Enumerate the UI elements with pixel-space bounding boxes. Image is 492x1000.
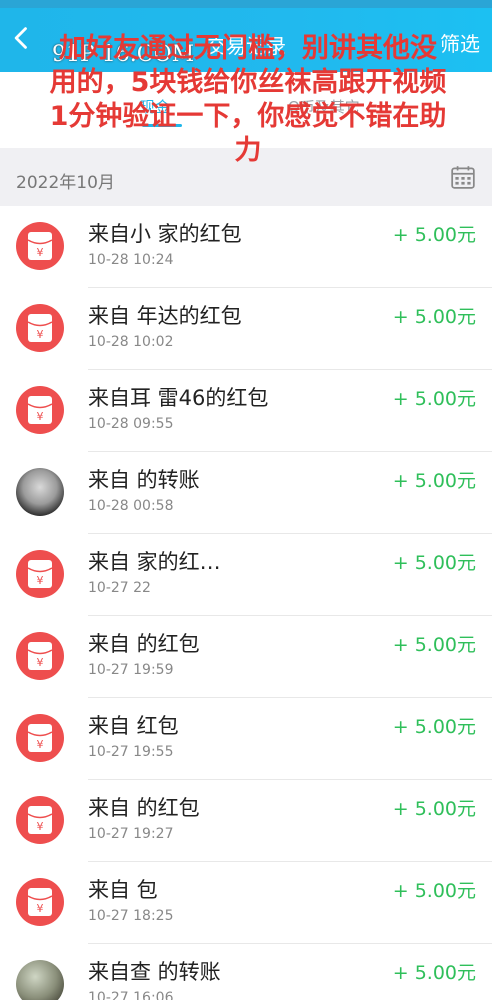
svg-text:¥: ¥: [37, 410, 44, 423]
svg-text:¥: ¥: [37, 246, 44, 259]
transaction-title: 来自 红包: [88, 714, 179, 738]
transaction-time: 10-28 10:02: [88, 334, 174, 350]
transaction-row[interactable]: ¥ 来自 年达的红包 10-28 10:02 + 5.00元: [0, 288, 492, 370]
svg-text:¥: ¥: [37, 902, 44, 915]
transaction-amount: + 5.00元: [392, 470, 476, 492]
transaction-amount: + 5.00元: [392, 552, 476, 574]
calendar-icon[interactable]: [450, 164, 476, 190]
red-packet-icon: ¥: [16, 304, 64, 352]
transaction-title: 来自小 家的红包: [88, 222, 242, 246]
transaction-time: 10-27 22: [88, 580, 151, 596]
transaction-amount: + 5.00元: [392, 798, 476, 820]
user-avatar: [16, 468, 64, 516]
transaction-time: 10-27 19:27: [88, 826, 174, 842]
transaction-title: 来自 年达的红包: [88, 304, 242, 328]
red-packet-icon: ¥: [16, 550, 64, 598]
transaction-row[interactable]: ¥ 来自小 家的红包 10-28 10:24 + 5.00元: [0, 206, 492, 288]
transaction-title: 来自 的红包: [88, 632, 200, 656]
transaction-list: ¥ 来自小 家的红包 10-28 10:24 + 5.00元 ¥ 来自 年达的红…: [0, 206, 492, 1000]
transaction-amount: + 5.00元: [392, 388, 476, 410]
transaction-row[interactable]: 来自 的转账 10-28 00:58 + 5.00元: [0, 452, 492, 534]
transaction-row[interactable]: ¥ 来自耳 雷46的红包 10-28 09:55 + 5.00元: [0, 370, 492, 452]
transaction-time: 10-27 19:55: [88, 744, 174, 760]
svg-text:¥: ¥: [37, 820, 44, 833]
red-packet-icon: ¥: [16, 386, 64, 434]
red-packet-icon: ¥: [16, 632, 64, 680]
transaction-title: 来自 的转账: [88, 468, 200, 492]
transaction-time: 10-27 16:06: [88, 990, 174, 1000]
transaction-title: 来自查 的转账: [88, 960, 221, 984]
overlay-promo-text: 加好友通过无门槛，别讲其他没用的，5块钱给你丝袜高跟开视频1分钟验证一下，你感觉…: [49, 33, 447, 166]
svg-text:¥: ¥: [37, 574, 44, 587]
transaction-time: 10-28 00:58: [88, 498, 174, 514]
month-label: 2022年10月: [16, 173, 115, 193]
transaction-row[interactable]: ¥ 来自 包 10-27 18:25 + 5.00元: [0, 862, 492, 944]
transaction-amount: + 5.00元: [392, 224, 476, 246]
transaction-amount: + 5.00元: [392, 634, 476, 656]
transaction-amount: + 5.00元: [392, 716, 476, 738]
transaction-row[interactable]: ¥ 来自 的红包 10-27 19:59 + 5.00元: [0, 616, 492, 698]
transaction-row[interactable]: ¥ 来自 的红包 10-27 19:27 + 5.00元: [0, 780, 492, 862]
transaction-row[interactable]: ¥ 来自 家的红… 10-27 22 + 5.00元: [0, 534, 492, 616]
transaction-title: 来自 包: [88, 878, 158, 902]
transaction-row[interactable]: ¥ 来自 红包 10-27 19:55 + 5.00元: [0, 698, 492, 780]
red-packet-icon: ¥: [16, 714, 64, 762]
svg-text:¥: ¥: [37, 656, 44, 669]
transaction-amount: + 5.00元: [392, 962, 476, 984]
transaction-amount: + 5.00元: [392, 306, 476, 328]
transaction-time: 10-27 18:25: [88, 908, 174, 924]
user-avatar: [16, 960, 64, 1000]
svg-text:¥: ¥: [37, 328, 44, 341]
red-packet-icon: ¥: [16, 878, 64, 926]
status-bar: [0, 0, 492, 8]
transaction-time: 10-28 10:24: [88, 252, 174, 268]
transaction-amount: + 5.00元: [392, 880, 476, 902]
red-packet-icon: ¥: [16, 796, 64, 844]
transaction-title: 来自 家的红…: [88, 550, 221, 574]
transaction-row[interactable]: 来自查 的转账 10-27 16:06 + 5.00元: [0, 944, 492, 1000]
transaction-title: 来自 的红包: [88, 796, 200, 820]
red-packet-icon: ¥: [16, 222, 64, 270]
transaction-title: 来自耳 雷46的红包: [88, 386, 269, 410]
transaction-time: 10-28 09:55: [88, 416, 174, 432]
svg-text:¥: ¥: [37, 738, 44, 751]
transaction-time: 10-27 19:59: [88, 662, 174, 678]
